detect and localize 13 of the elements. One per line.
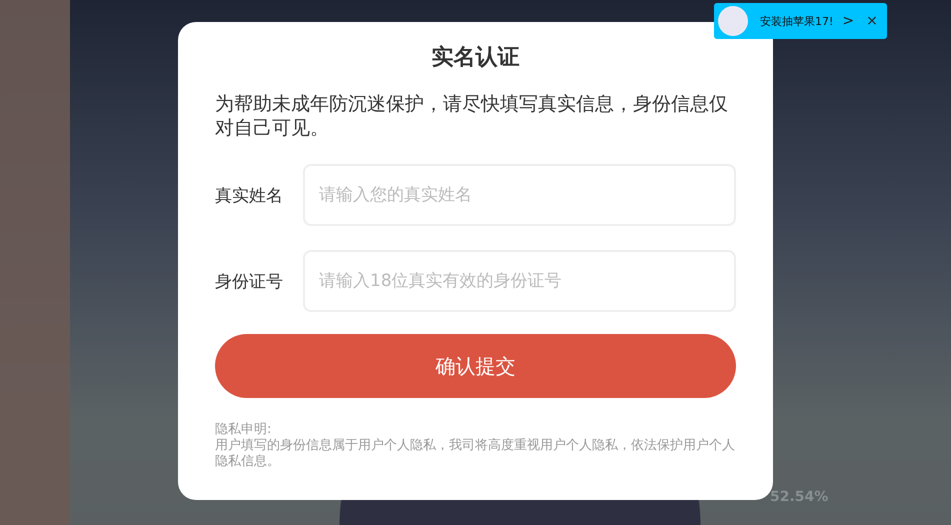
promo-banner[interactable]: 安装抽苹果17! > × (714, 3, 887, 39)
input-field[interactable]: 请输入您的真实姓名 (303, 164, 736, 226)
input-field[interactable]: 请输入18位真实有效的身份证号 (303, 250, 736, 312)
intro-text: 为帮助未成年防沉迷保护，请尽快填写真实信息，身份信息仅对自己可见。 (215, 92, 729, 140)
promo-text: 安装抽苹果17! (760, 14, 834, 28)
field-label: 身份证号 (215, 270, 284, 292)
arrow-button[interactable]: > (839, 13, 858, 29)
field-label: 真实姓名 (215, 184, 284, 206)
close-button[interactable]: × (863, 13, 881, 29)
dialog-title: 实名认证 (430, 44, 520, 72)
privacy-title: 隐私申明: (215, 422, 272, 438)
privacy-text: 用户填写的身份信息属于用户个人隐私，我司将高度重视用户个人隐私，依法保护用户个人隐私信息。 (215, 438, 736, 470)
submit-button[interactable]: 确认提交 (215, 334, 736, 398)
